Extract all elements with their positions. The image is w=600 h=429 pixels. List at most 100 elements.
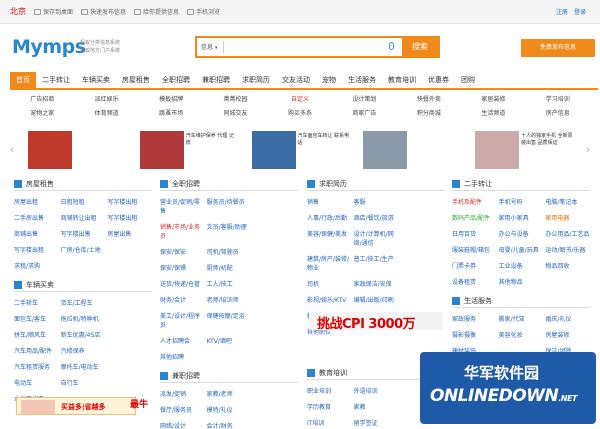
- promo-banner-left[interactable]: 买益多|省越多: [16, 397, 136, 415]
- jobs-link[interactable]: 工人/技工: [207, 279, 252, 288]
- nav-item[interactable]: 生活服务: [342, 72, 382, 88]
- nav-item[interactable]: 教育培训: [382, 72, 422, 88]
- jobs-link[interactable]: 老师/培训师: [207, 295, 252, 304]
- subcategory-link[interactable]: 跳蚤市场: [139, 108, 203, 117]
- subcategory-link[interactable]: 体育频道: [74, 108, 138, 117]
- city-switch[interactable]: 北京: [10, 6, 26, 17]
- banner-thumb[interactable]: [28, 131, 126, 169]
- vehicle-link[interactable]: 新车优惠/4S店: [61, 330, 106, 339]
- vehicle-link[interactable]: 面包车/客车: [14, 314, 59, 323]
- search-input[interactable]: [227, 40, 387, 54]
- vehicle-link[interactable]: 电动车: [14, 378, 59, 387]
- edu-link[interactable]: 学历教育: [307, 402, 352, 411]
- parttime-link[interactable]: 派发/促销: [160, 389, 205, 398]
- second-link[interactable]: 母婴/儿童/玩具: [499, 245, 544, 254]
- login-link[interactable]: 登录: [574, 7, 586, 16]
- nav-item[interactable]: 车辆买卖: [76, 72, 116, 88]
- section-header-housing[interactable]: 房屋租售: [14, 177, 152, 191]
- subcategory-link[interactable]: 模板招牌: [139, 94, 203, 103]
- second-link[interactable]: 门票卡券: [452, 261, 497, 270]
- subcategory-link[interactable]: 宠物之家: [10, 108, 74, 117]
- jobs-link[interactable]: 美工/设计/程序员: [160, 311, 205, 329]
- jobs-link[interactable]: KTV/酒吧: [207, 336, 252, 345]
- resume-link[interactable]: 家政保洁/安保: [354, 279, 399, 288]
- second-link[interactable]: 手机及配件: [452, 197, 497, 206]
- second-link[interactable]: 数码产品/配件: [452, 213, 497, 222]
- vehicle-link[interactable]: 二手轿车: [14, 298, 59, 307]
- feedback-link[interactable]: 给你提供信息: [134, 7, 179, 16]
- jobs-link[interactable]: 厨师/初配: [207, 263, 252, 272]
- banner-thumb[interactable]: 十人的独家手机 全新原装出售 品质保证: [475, 131, 573, 169]
- vehicle-link[interactable]: 拼车/顺风车: [14, 330, 59, 339]
- parttime-link[interactable]: 会计/财务: [207, 421, 252, 429]
- resume-link[interactable]: 销售: [307, 197, 352, 206]
- second-link[interactable]: 其他物品: [499, 277, 544, 286]
- mobile-link[interactable]: 手机浏览: [187, 7, 220, 16]
- subcategory-link[interactable]: 家居装修: [461, 94, 525, 103]
- housing-link[interactable]: 写字楼出租: [107, 197, 152, 206]
- second-link[interactable]: 设备租赁: [452, 277, 497, 286]
- quick-post-link[interactable]: 快速发布信息: [81, 7, 126, 16]
- microphone-icon[interactable]: [389, 42, 394, 50]
- nav-item[interactable]: 全职招聘: [156, 72, 196, 88]
- resume-link[interactable]: 建筑/房产/装修/物业: [307, 254, 352, 272]
- resume-link[interactable]: 编辑/出版/印刷: [354, 295, 399, 304]
- vehicle-link[interactable]: 拖拉机/特种机: [61, 314, 106, 323]
- life-link[interactable]: 家政服务: [452, 314, 497, 323]
- promo-banner-left-tail[interactable]: 最牛: [130, 397, 148, 410]
- jobs-link[interactable]: 营业员/促销/零售: [160, 197, 205, 215]
- edu-link[interactable]: 外语培训: [354, 386, 399, 395]
- subcategory-link[interactable]: 积分商城: [397, 108, 461, 117]
- housing-link[interactable]: 写字楼出租: [14, 245, 59, 254]
- nav-item[interactable]: 二手转让: [36, 72, 76, 88]
- life-link[interactable]: 美容化妆: [499, 330, 544, 339]
- banner-thumb[interactable]: [363, 131, 461, 169]
- nav-item[interactable]: 团购: [455, 72, 481, 88]
- second-link[interactable]: 日用百货: [452, 229, 497, 238]
- edu-link[interactable]: 家教: [354, 402, 399, 411]
- search-button[interactable]: 搜索: [402, 38, 438, 56]
- vehicle-link[interactable]: 汽修保养: [61, 346, 106, 355]
- save-desktop-link[interactable]: 保存到桌面: [34, 7, 73, 16]
- life-link[interactable]: 搬家/代驾: [499, 314, 544, 323]
- banner-thumb[interactable]: 汽车面包车转让 联系电话: [251, 131, 350, 169]
- parttime-link[interactable]: 餐厅/服务员: [160, 405, 205, 414]
- housing-link[interactable]: 求租/求购: [14, 261, 59, 270]
- resume-link[interactable]: 客服: [354, 197, 399, 206]
- section-header-parttime[interactable]: 兼职招聘: [160, 369, 298, 383]
- life-link[interactable]: 婚庆/礼仪: [545, 314, 590, 323]
- second-link[interactable]: 办公用品/工艺品: [545, 229, 590, 238]
- subcategory-link[interactable]: 设计策划: [332, 94, 396, 103]
- nav-item[interactable]: 优惠券: [422, 72, 455, 88]
- nav-item[interactable]: 求职简历: [236, 72, 276, 88]
- second-link[interactable]: 办公与设备: [499, 229, 544, 238]
- resume-link[interactable]: 影视/娱乐/KTV: [307, 295, 352, 304]
- banner-thumb[interactable]: 汽车维护保养 代理 记账: [139, 131, 238, 169]
- jobs-link[interactable]: 财务/会计: [160, 295, 205, 304]
- subcategory-link[interactable]: 菁菁校园: [203, 94, 267, 103]
- jobs-link[interactable]: 司机/驾驶员: [207, 247, 252, 256]
- resume-link[interactable]: 酒店/餐饮/旅游: [354, 213, 399, 222]
- jobs-link[interactable]: 保安/保安: [160, 247, 205, 256]
- promo-banner-middle[interactable]: 挑战CPI 3000万: [309, 312, 443, 332]
- housing-link[interactable]: 房屋出售: [107, 229, 152, 238]
- jobs-link[interactable]: 文员/客服/助理: [207, 222, 252, 240]
- housing-link[interactable]: 房屋出租: [14, 197, 59, 206]
- resume-link[interactable]: 设计/计算机/网络/通信: [354, 229, 399, 247]
- jobs-link[interactable]: 其他招聘: [160, 352, 205, 361]
- second-link[interactable]: 电脑/笔记本: [545, 197, 590, 206]
- carousel-next-icon[interactable]: ›: [586, 143, 590, 156]
- second-link[interactable]: 家用电器: [545, 213, 590, 222]
- second-link[interactable]: 工业设备: [499, 261, 544, 270]
- second-link[interactable]: 运动/图书/乐器: [545, 245, 590, 254]
- subcategory-link[interactable]: 自定义: [268, 94, 332, 103]
- second-link[interactable]: 家用小家具: [499, 213, 544, 222]
- resume-link[interactable]: 司机: [307, 279, 352, 288]
- second-link[interactable]: 物品回收: [545, 261, 590, 270]
- jobs-link[interactable]: 服务员/待餐员: [207, 197, 252, 215]
- section-header-life[interactable]: 生活服务: [452, 294, 590, 308]
- jobs-link[interactable]: 保安/保镖: [160, 263, 205, 272]
- housing-link[interactable]: 写字楼出租: [107, 213, 152, 222]
- subcategory-link[interactable]: 学习培训: [526, 94, 590, 103]
- housing-link[interactable]: 商铺转让出租: [61, 213, 106, 222]
